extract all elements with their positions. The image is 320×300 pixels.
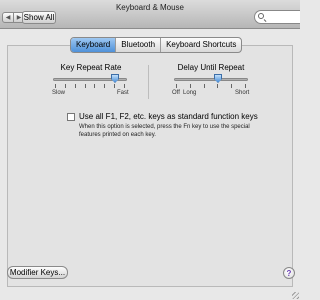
modifier-keys-button[interactable]: Modifier Keys... <box>7 266 68 279</box>
slider-tick <box>245 84 246 88</box>
delay-off-label: Off <box>172 90 180 96</box>
slider-tick <box>176 84 177 88</box>
section-divider <box>148 65 149 99</box>
show-all-button[interactable]: Show All <box>22 11 56 24</box>
slider-tick <box>65 84 66 88</box>
tab-keyboard-shortcuts[interactable]: Keyboard Shortcuts <box>160 38 241 52</box>
delay-ticks <box>176 84 246 88</box>
slider-tick <box>204 84 205 88</box>
function-keys-note: When this option is selected, press the … <box>79 124 250 138</box>
slider-tick <box>75 84 76 88</box>
delay-long-label: Long <box>183 90 197 96</box>
key-repeat-fast-label: Fast <box>117 90 129 96</box>
slider-tick <box>94 84 95 88</box>
key-repeat-heading: Key Repeat Rate <box>60 63 122 72</box>
search-icon <box>258 13 264 19</box>
function-keys-label[interactable]: Use all F1, F2, etc. keys as standard fu… <box>79 112 258 121</box>
slider-tick <box>114 84 115 88</box>
key-repeat-ticks <box>55 84 125 88</box>
slider-tick <box>124 84 125 88</box>
slider-tick <box>190 84 191 88</box>
function-keys-checkbox[interactable] <box>67 113 75 121</box>
help-icon[interactable]: ? <box>283 267 295 279</box>
preferences-panel <box>7 45 293 287</box>
slider-tick <box>231 84 232 88</box>
tab-keyboard[interactable]: Keyboard <box>71 38 116 52</box>
slider-tick <box>85 84 86 88</box>
slider-tick <box>217 84 218 88</box>
tab-bluetooth[interactable]: Bluetooth <box>115 38 160 52</box>
window-titlebar: Keyboard & Mouse ◀ ▶ Show All <box>0 0 300 29</box>
delay-heading: Delay Until Repeat <box>177 63 245 72</box>
slider-tick <box>104 84 105 88</box>
resize-grip[interactable] <box>292 292 299 299</box>
back-arrow-icon: ◀ <box>5 15 11 21</box>
search-input[interactable] <box>254 10 300 24</box>
slider-tick <box>55 84 56 88</box>
forward-arrow-icon: ▶ <box>16 15 22 21</box>
key-repeat-slow-label: Slow <box>52 90 66 96</box>
delay-short-label: Short <box>235 90 250 96</box>
delay-slider[interactable] <box>174 78 248 81</box>
tab-bar: Keyboard Bluetooth Keyboard Shortcuts <box>70 37 243 53</box>
